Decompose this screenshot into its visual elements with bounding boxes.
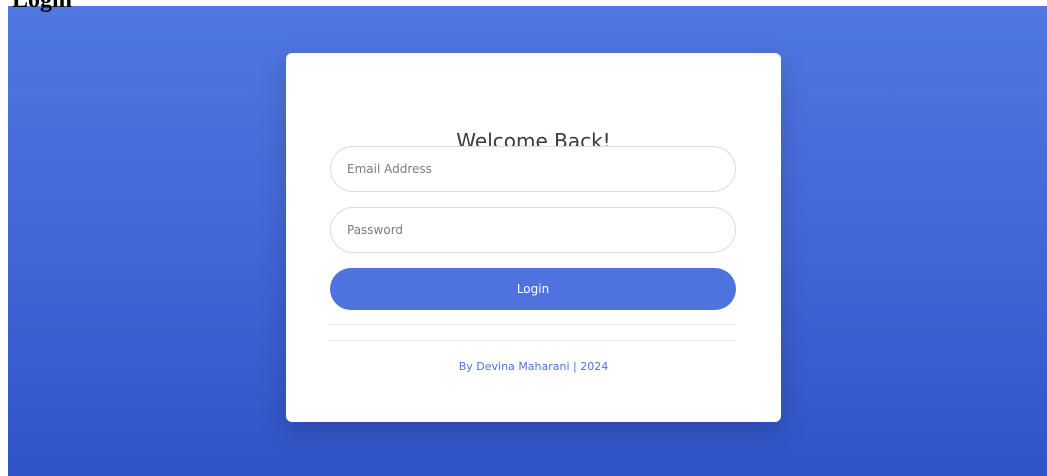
divider	[330, 340, 736, 341]
login-button[interactable]: Login	[330, 268, 736, 310]
login-card: Welcome Back! Login By Devina Maharani |…	[286, 53, 781, 422]
page-background: Welcome Back! Login By Devina Maharani |…	[8, 6, 1047, 476]
password-field[interactable]	[330, 207, 736, 253]
author-credit: By Devina Maharani | 2024	[458, 360, 609, 373]
divider	[330, 324, 736, 325]
document-heading: Login	[12, 0, 73, 13]
email-field[interactable]	[330, 146, 736, 192]
